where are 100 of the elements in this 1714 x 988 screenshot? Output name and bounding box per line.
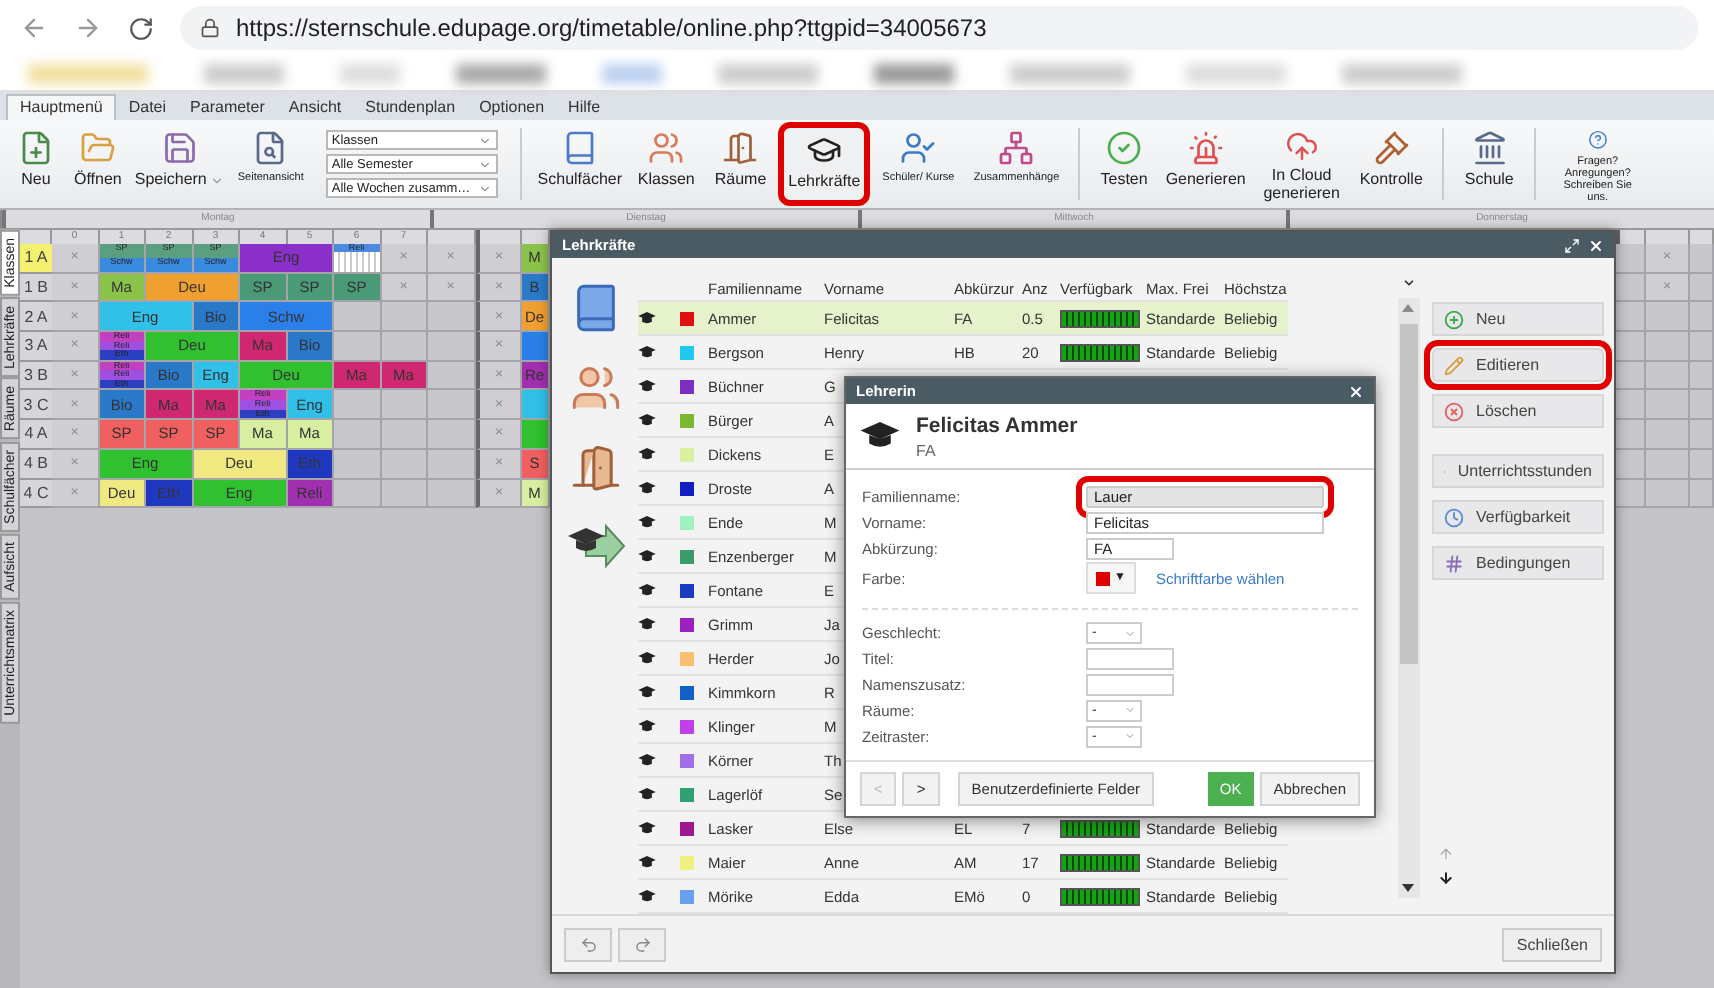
hash-icon [1444,553,1464,573]
save-icon [161,130,198,166]
action-button[interactable]: Neu [1432,302,1604,336]
hat-icon [638,345,656,359]
class-label[interactable]: 1 A [20,244,52,274]
class-label[interactable]: 3 C [20,390,52,421]
toolbar-button[interactable]: Kontrolle [1353,124,1429,204]
cloud-icon [1283,130,1320,163]
hat-icon [638,855,656,869]
blurred-bookmark [1342,63,1462,83]
availability-bar [1060,887,1140,905]
lesson-cell[interactable] [521,420,550,450]
hat-icon [638,311,656,325]
blurred-bookmark [1010,63,1130,83]
toolbar-button[interactable]: Lehrkräfte [780,124,869,204]
check-circle-icon [1106,130,1143,166]
forward-icon[interactable] [74,14,102,42]
hat-icon [638,651,656,665]
hat-icon [638,379,656,393]
class-label[interactable]: 3 B [20,361,52,391]
hat-icon [638,753,656,767]
hat-icon [638,617,656,631]
toolbar-button[interactable]: Neu [12,124,60,204]
blurred-bookmark [340,63,400,83]
blurred-bookmark [602,63,662,83]
action-button[interactable]: Löschen [1432,394,1604,428]
scrollbar[interactable] [1397,298,1419,898]
delete-icon [1444,401,1464,421]
graduation-cap-icon [806,132,843,168]
toolbar-button[interactable]: Testen [1094,124,1154,204]
menu-tab[interactable]: Stundenplan [353,96,468,120]
toolbar-button[interactable]: Generieren [1161,124,1250,204]
redo-button[interactable] [618,927,666,961]
hat-icon [860,422,900,450]
person-check-icon [900,130,937,166]
input-field[interactable] [1086,647,1174,669]
hat-icon [638,549,656,563]
caret-icon[interactable] [1401,276,1415,290]
hat-icon [638,821,656,835]
maximize-icon[interactable] [1564,237,1580,253]
menu-tab[interactable]: Optionen [467,96,557,120]
menu-tab[interactable]: Hauptmenü [6,94,117,120]
toolbar-button[interactable]: In Cloud generieren [1257,124,1346,204]
availability-bar [1060,343,1140,361]
menu-tab[interactable]: Datei [116,96,179,120]
cap-arrow-icon[interactable] [565,522,625,570]
caret-icon [1124,730,1136,742]
redo-icon [633,935,651,953]
new-file-icon [18,130,54,166]
menu-tab[interactable]: Parameter [178,96,277,120]
toolbar-button[interactable]: Klassen [631,124,701,204]
move-up-icon[interactable] [1438,846,1454,862]
hat-icon [638,719,656,733]
menu-tab[interactable]: Ansicht [276,96,354,120]
class-label[interactable]: 4 A [20,420,52,450]
input-field[interactable] [1086,673,1174,695]
blurred-bookmark [1186,63,1286,83]
close-button[interactable]: Schließen [1502,927,1602,961]
door-icon[interactable] [569,442,621,494]
action-button[interactable]: Verfügbarkeit [1432,500,1604,534]
class-label[interactable]: 3 A [20,332,52,362]
pencil-icon [1444,355,1464,375]
toolbar-button[interactable]: Speichern [135,124,224,204]
back-icon[interactable] [20,14,48,42]
hat-icon [638,413,656,427]
teacher-abbreviation: FA [916,441,938,459]
clock-icon [1444,507,1464,527]
undo-button[interactable] [564,927,612,961]
beacon-icon [1187,130,1224,166]
toolbar-button[interactable]: Öffnen [68,124,128,204]
close-icon[interactable] [1588,237,1604,253]
class-label[interactable]: 2 A [20,302,52,333]
address-bar[interactable]: https://sternschule.edupage.org/timetable/online.php?ttgpid=34005673 [180,6,1698,50]
menu-tab[interactable]: Hilfe [556,96,613,120]
hat-icon [638,447,656,461]
people-icon[interactable] [569,362,621,414]
action-button[interactable]: Unterrichtsstunden [1432,454,1604,488]
action-button[interactable]: Bedingungen [1432,546,1604,580]
move-down-icon[interactable] [1438,870,1454,886]
caret-icon [1124,704,1136,716]
lesson-cell[interactable] [521,390,550,421]
blurred-bookmark [718,63,818,83]
class-label[interactable]: 1 B [20,273,52,303]
reload-icon[interactable] [128,15,154,41]
hat-icon [638,481,656,495]
teacher-name: Felicitas Ammer [916,413,1078,437]
toolbar-button[interactable]: Schule [1458,124,1520,204]
door-icon [722,130,759,166]
toolbar-button[interactable]: Schulfächer [535,124,624,204]
class-label[interactable]: 4 C [20,479,52,509]
hat-icon [638,787,656,801]
hat-icon [638,685,656,699]
class-label[interactable]: 4 B [20,449,52,479]
page-preview-icon [252,130,289,166]
book-icon [561,130,598,166]
availability-bar [1060,819,1140,837]
close-icon[interactable] [1348,383,1364,399]
toolbar-button[interactable]: Räume [708,124,773,204]
folder-icon [79,130,116,166]
lesson-cell[interactable] [521,332,550,362]
